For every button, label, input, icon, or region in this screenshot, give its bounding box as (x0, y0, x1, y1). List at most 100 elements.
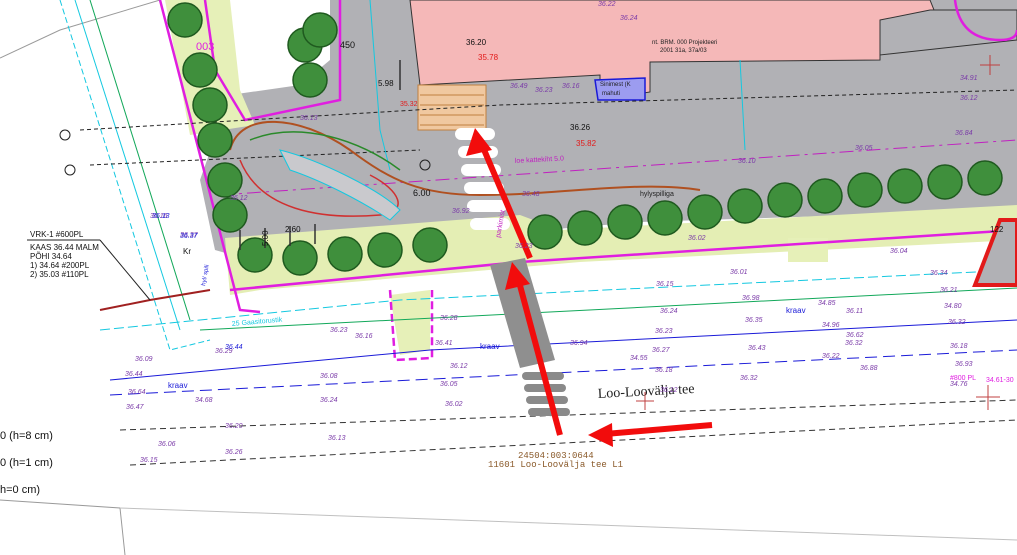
spot-height-label: 34.91 (960, 75, 978, 82)
spot-height-label: 36.84 (955, 130, 973, 137)
tree-icon (727, 188, 763, 224)
building-note-2: 2001 31a, 37a/03 (660, 48, 707, 54)
kr-label: Kr (183, 247, 191, 256)
ditch-label-1: kraav (168, 381, 188, 390)
building-note: nt. BRM. 000 Projekteeri (652, 40, 717, 46)
spot-height-label: 34.85 (818, 300, 836, 307)
spot-height-label: 36.09 (135, 356, 153, 363)
dim-450: 450 (340, 40, 355, 50)
tree-icon (197, 122, 233, 158)
legend-row-2: 0 (h=1 cm) (0, 457, 53, 469)
elev-black-1: 36.20 (466, 38, 487, 47)
tree-icon (767, 182, 803, 218)
circle-symbol-icon (59, 129, 71, 141)
map-viewer[interactable]: VRK-1 #600PL KAAS 36.44 MALM PÕHI 34.64 … (0, 0, 1017, 555)
spot-height-label: 36.43 (748, 345, 766, 352)
spot-height-label: 36.41 (435, 340, 453, 347)
spot-height-label: 36.62 (846, 332, 864, 339)
label-122: 122 (990, 225, 1004, 234)
spot-height-label: 36.64 (128, 389, 146, 396)
spot-height-label: 36.94 (570, 340, 588, 347)
spot-height-label: 36.28 (440, 315, 458, 322)
spot-height-label: 34.96 (822, 322, 840, 329)
tree-icon (292, 62, 328, 98)
spot-height-label: 36.04 (890, 248, 908, 255)
spot-height-label: 36.44 (125, 371, 143, 378)
elev-red-1: 35.78 (478, 53, 499, 62)
spot-height-label: 36.18 (655, 367, 673, 374)
tree-icon (847, 172, 883, 208)
dim-600: 6.00 (413, 188, 431, 198)
spot-height-label: 36.47 (126, 404, 145, 411)
spot-height-label: 36.23 (655, 328, 673, 335)
spot-height-label: 34.55 (630, 355, 648, 362)
legend-row-1: 0 (h=8 cm) (0, 430, 53, 442)
spot-height-label: 34.68 (195, 397, 213, 404)
spot-height-label: 36.23 (515, 243, 533, 250)
tree-icon (927, 164, 963, 200)
spot-height-label: 36.12 (230, 195, 248, 202)
tree-icon (167, 2, 203, 38)
spot-height-label: 36.92 (452, 208, 470, 215)
elev-red-3: 35.32 (400, 101, 418, 108)
spot-height-label: 36.05 (440, 381, 458, 388)
spot-height-label: 36.15 (656, 281, 674, 288)
site-plan-map[interactable]: VRK-1 #600PL KAAS 36.44 MALM PÕHI 34.64 … (0, 0, 1017, 555)
spot-height-label: 36.10 (738, 158, 756, 165)
spot-height-label: 36.98 (742, 295, 760, 302)
spot-height-label: 36.11 (846, 308, 863, 315)
tree-icon (182, 52, 218, 88)
spot-height-label: 36.49 (510, 83, 528, 90)
spot-height-label: 36.34 (930, 270, 948, 277)
spot-height-label: 36.88 (860, 365, 878, 372)
legend: 0 (h=8 cm) 0 (h=1 cm) h=0 cm) (0, 430, 53, 496)
hairpin-note-2: hyl/ spili (201, 264, 211, 286)
spot-height-label: 36.24 (660, 308, 678, 315)
spot-height-label: 36.22 (598, 1, 616, 8)
spot-height-label: 34.80 (944, 303, 962, 310)
spot-height-label: 36.22 (822, 353, 840, 360)
spot-height-label: 36.18 (950, 343, 968, 350)
spot-height-label: 36.12 (450, 363, 468, 370)
tree-icon (687, 194, 723, 230)
spot-height-label: 36.01 (730, 269, 748, 276)
tree-icon (192, 87, 228, 123)
callout-line-1: VRK-1 #600PL (30, 230, 84, 239)
ditch-label-2: kraav (480, 342, 500, 351)
dim-598: 5.98 (378, 79, 394, 88)
arrow-left-icon (588, 423, 613, 447)
elev-blue-1: 36.44 (225, 344, 243, 351)
circle-symbol-icon-2 (64, 164, 76, 176)
callout-line-2: KAAS 36.44 MALM (30, 243, 99, 252)
spot-height-label: 36.21 (940, 287, 958, 294)
spot-height-label: 36.16 (562, 83, 580, 90)
spot-height-label: 36.13 (328, 435, 346, 442)
tree-icon (367, 232, 403, 268)
tree-icon (567, 210, 603, 246)
spot-height-label: 36.48 (522, 191, 540, 198)
pl-label-2: 34.61-30 (986, 377, 1014, 384)
dim-260: 2.60 (285, 225, 301, 234)
legend-row-3: h=0 cm) (0, 484, 40, 496)
elev-black-2: 36.26 (570, 123, 591, 132)
callout-line-3: PÕHI 34.64 (30, 252, 72, 261)
tree-icon (807, 178, 843, 214)
building-note-4: mahuti (602, 91, 620, 97)
parcel-name: 11601 Loo-Loovälja tee L1 (488, 460, 623, 470)
spot-height-label: 36.08 (320, 373, 338, 380)
spot-height-label: 36.23 (535, 87, 553, 94)
spot-height-label: 36.12 (960, 95, 978, 102)
tree-icon (302, 12, 338, 48)
elev-blue-3: 36.13 (152, 213, 170, 220)
spot-height-label: 36.16 (355, 333, 373, 340)
spot-height-label: 36.35 (745, 317, 763, 324)
spot-height-label: 36.26 (225, 449, 243, 456)
tree-icon (607, 204, 643, 240)
area-003: 003 (196, 41, 214, 53)
spot-height-label: 36.12 (660, 387, 678, 394)
spot-height-label: 36.13 (300, 115, 318, 122)
spot-height-label: 36.32 (948, 319, 966, 326)
tree-icon (527, 214, 563, 250)
manhole-callout: VRK-1 #600PL KAAS 36.44 MALM PÕHI 34.64 … (27, 230, 151, 301)
spot-height-label: 36.27 (652, 347, 671, 354)
